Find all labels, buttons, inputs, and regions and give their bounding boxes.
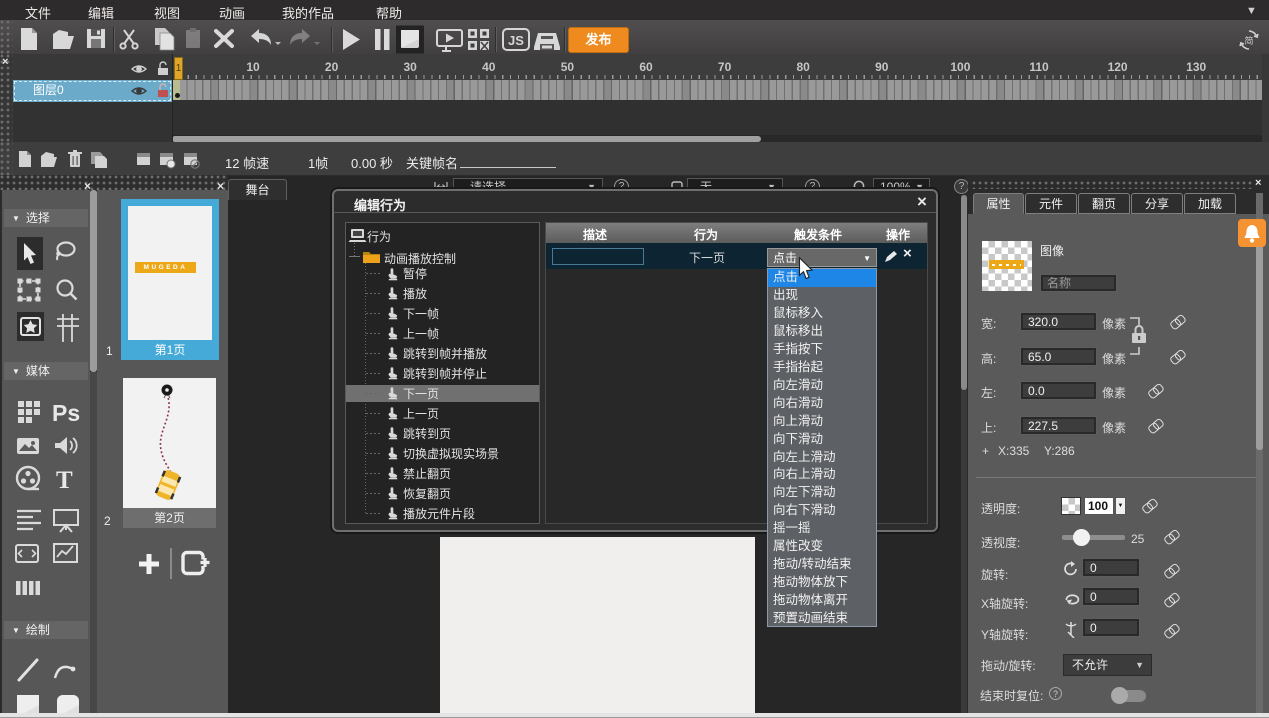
svg-text:Ps: Ps (52, 400, 80, 426)
svg-text:简: 简 (1244, 35, 1253, 46)
svg-text:T: T (56, 467, 73, 494)
svg-text:JS: JS (508, 33, 524, 48)
